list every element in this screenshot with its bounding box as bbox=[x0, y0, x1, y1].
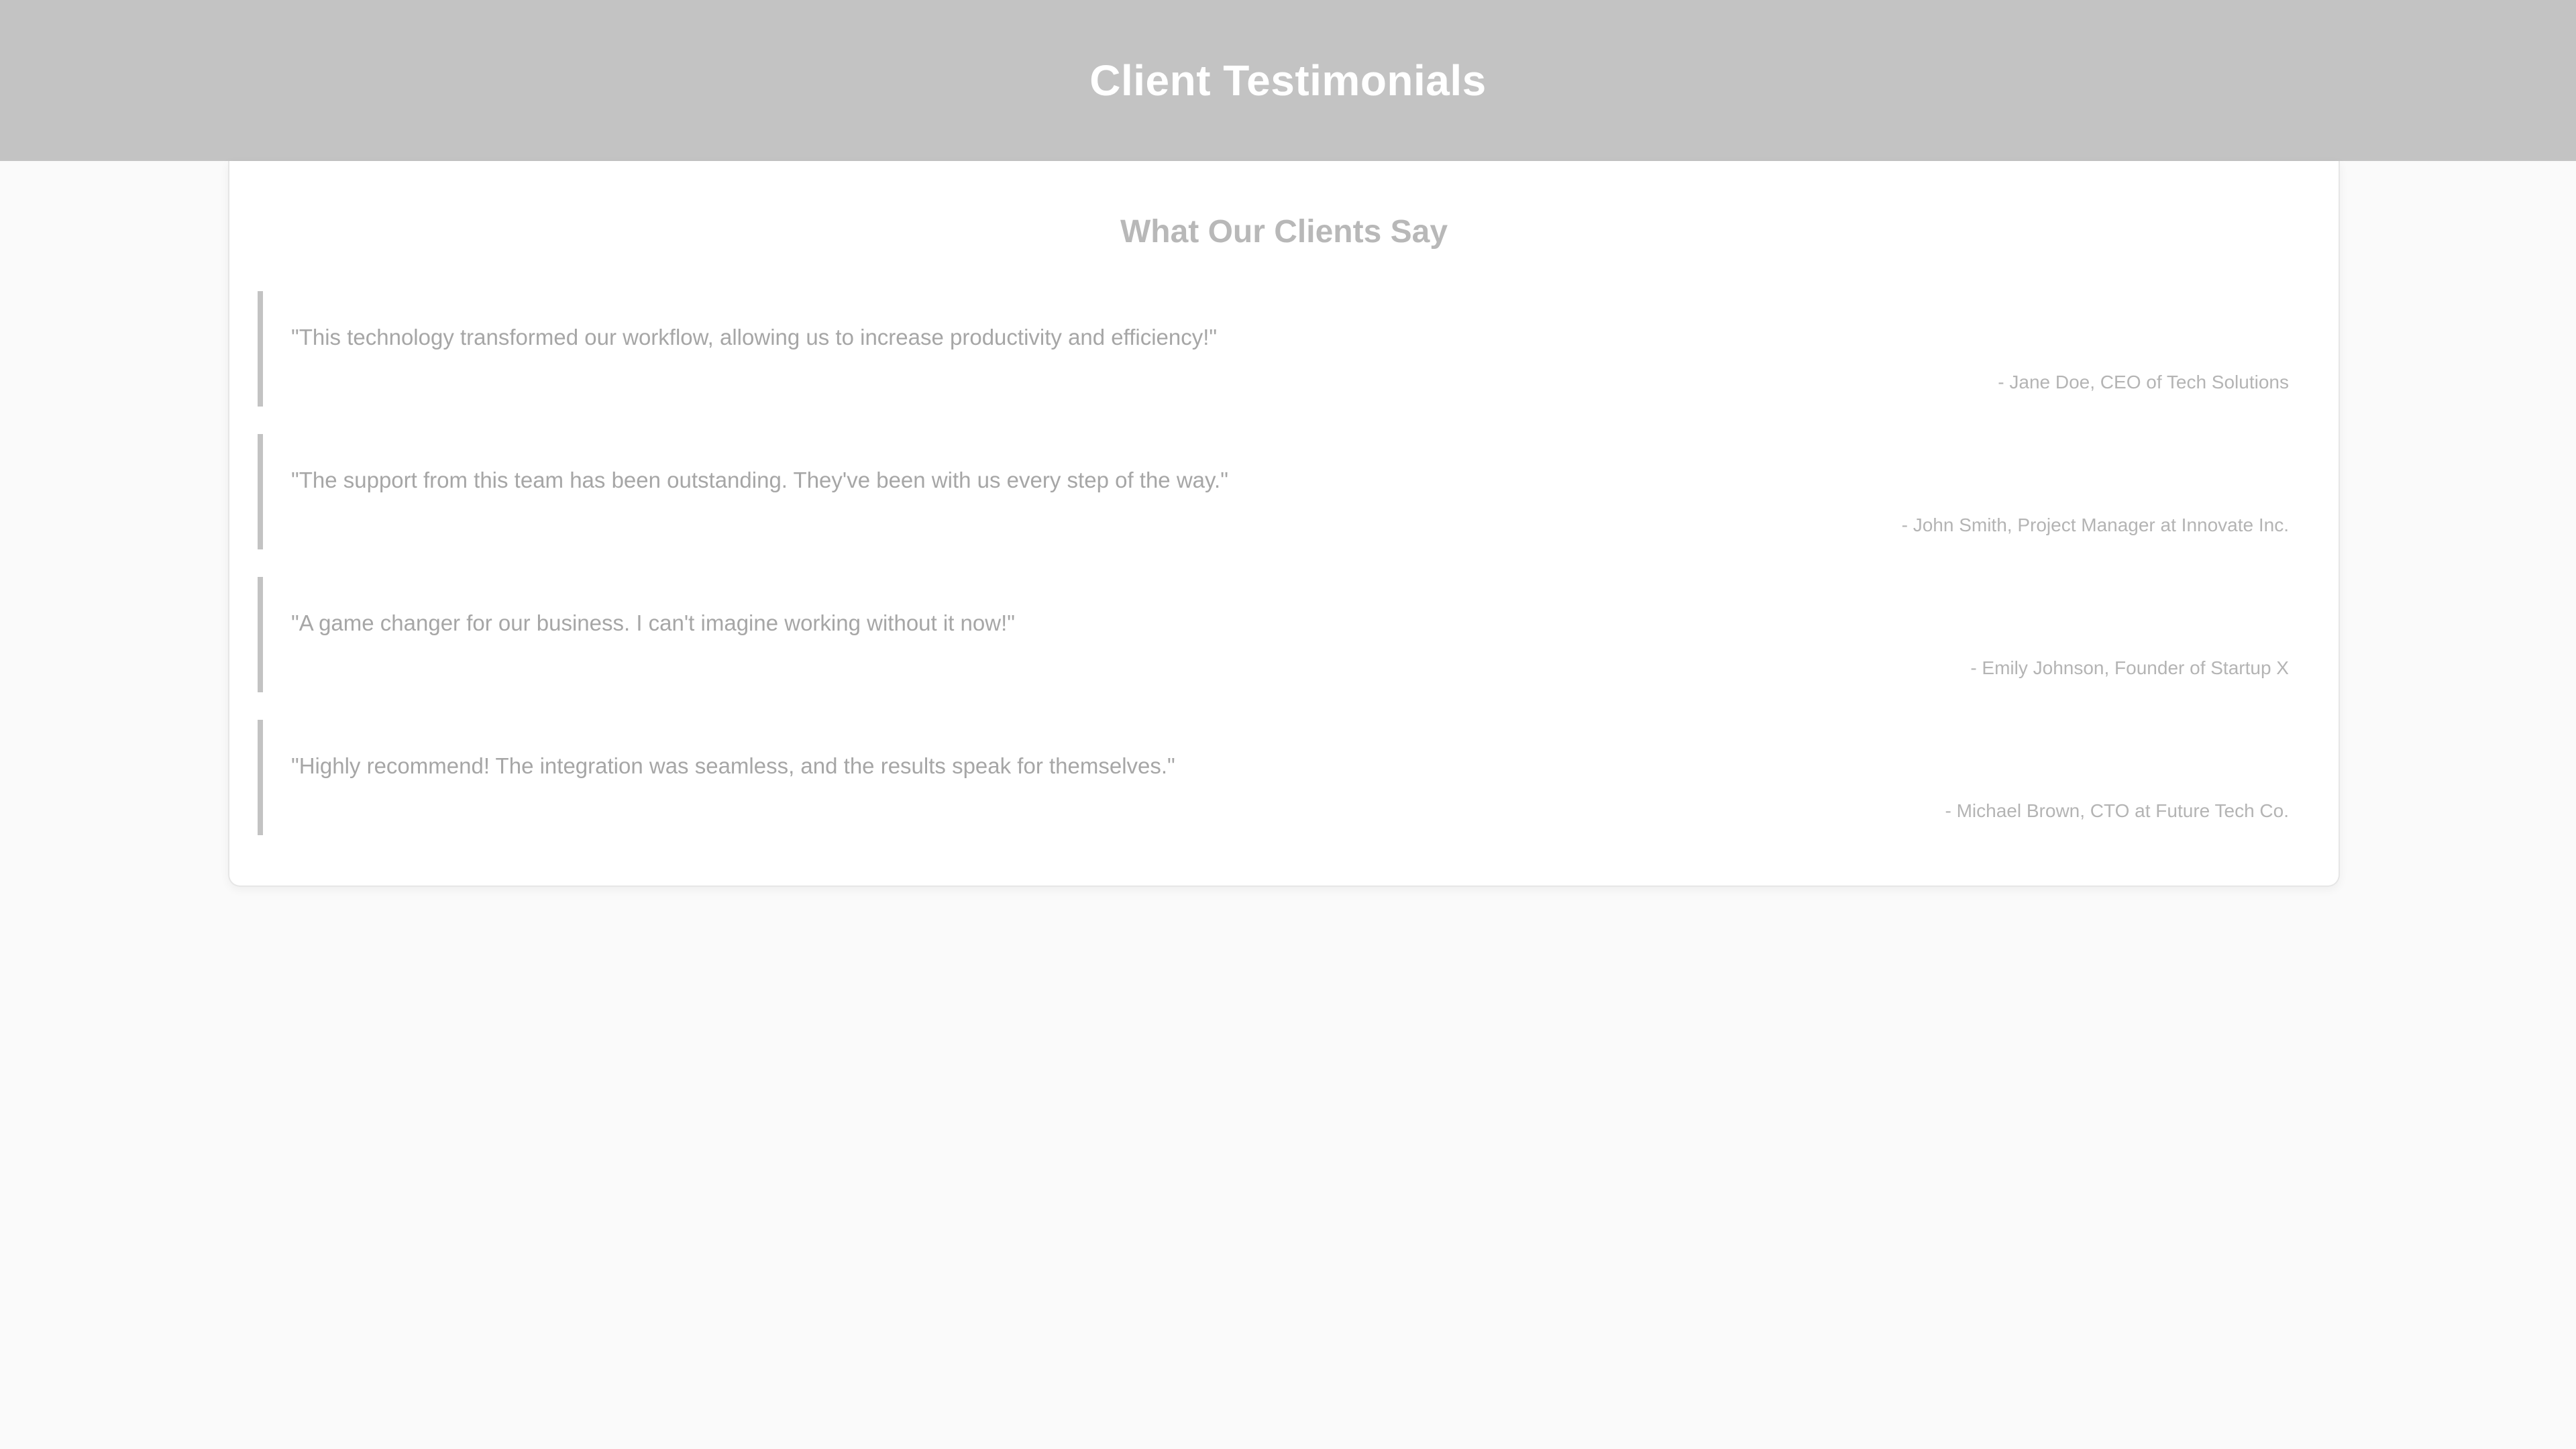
testimonial-quote: "The support from this team has been out… bbox=[291, 468, 1228, 492]
testimonial-quote: "Highly recommend! The integration was s… bbox=[291, 753, 1175, 778]
testimonial-quote: "A game changer for our business. I can'… bbox=[291, 610, 1015, 635]
page-title: Client Testimonials bbox=[1089, 56, 1487, 105]
testimonial-author: - Michael Brown, CTO at Future Tech Co. bbox=[1945, 800, 2290, 821]
testimonial-quote: "This technology transformed our workflo… bbox=[291, 325, 1218, 350]
testimonial-author: - John Smith, Project Manager at Innovat… bbox=[1901, 515, 2289, 535]
testimonial-author: - Jane Doe, CEO of Tech Solutions bbox=[1998, 372, 2289, 392]
testimonial-item: "This technology transformed our workflo… bbox=[258, 291, 2289, 407]
testimonial-author: - Emily Johnson, Founder of Startup X bbox=[1970, 657, 2289, 678]
page-header: Client Testimonials bbox=[0, 0, 2576, 161]
testimonial-item: "The support from this team has been out… bbox=[258, 434, 2289, 549]
testimonials-card: What Our Clients Say "This technology tr… bbox=[228, 161, 2340, 887]
section-title: What Our Clients Say bbox=[1120, 214, 1448, 250]
testimonial-item: "Highly recommend! The integration was s… bbox=[258, 720, 2289, 835]
testimonial-item: "A game changer for our business. I can'… bbox=[258, 577, 2289, 692]
